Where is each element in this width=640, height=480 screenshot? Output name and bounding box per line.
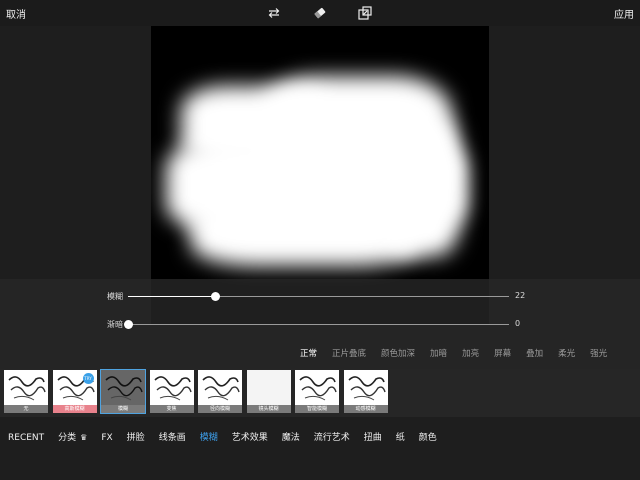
filter-caption: 模糊 (101, 405, 145, 413)
crown-icon: ♛ (80, 433, 88, 442)
top-toolbar: 取消 应用 (0, 0, 640, 26)
category-bar: RECENT 分类 ♛ FX 拼脸 线条画 模糊 艺术效果 魔法 流行艺术 扭曲 纸 颜色 (0, 418, 640, 480)
filter-thumbnail[interactable]: 模糊 (100, 369, 146, 414)
blend-mode-bar: 正常 正片叠底 颜色加深 加暗 加亮 屏幕 叠加 柔光 强光 (300, 347, 622, 359)
blend-mode-item[interactable]: 屏幕 (494, 349, 511, 359)
eraser-icon[interactable] (312, 5, 328, 21)
category-item[interactable]: 颜色 (419, 433, 437, 443)
calligraphy-artwork (153, 376, 192, 401)
blur-slider-label: 模糊 (107, 292, 123, 301)
category-item[interactable]: 线条画 (159, 433, 186, 443)
category-item[interactable]: 纸 (396, 433, 405, 443)
blur-slider-fill (128, 296, 215, 297)
fade-slider-label: 渐暗 (107, 320, 123, 329)
filter-caption: 高斯模糊 (52, 405, 97, 413)
filter-thumbnail[interactable]: 径向模糊 (198, 370, 242, 413)
calligraphy-artwork (202, 376, 240, 401)
blurred-shape (381, 116, 461, 256)
swap-icon[interactable] (266, 5, 282, 21)
blur-slider-value: 22 (515, 291, 526, 300)
category-item[interactable]: 模糊 (200, 433, 218, 443)
calligraphy-artwork (299, 376, 337, 401)
cancel-button[interactable]: 取消 (6, 6, 26, 21)
category-item[interactable]: 流行艺术 (314, 433, 350, 443)
blend-mode-item[interactable]: 正片叠底 (332, 349, 366, 359)
filter-strip: 无 TRY 高斯模糊 模糊 变焦 径向模糊 镜头模糊 智能模糊 动感模糊 (0, 369, 640, 417)
filter-thumbnail[interactable]: TRY 高斯模糊 (52, 370, 97, 413)
filter-thumbnail[interactable]: 智能模糊 (295, 370, 339, 413)
blend-mode-item[interactable]: 叠加 (526, 349, 543, 359)
category-item[interactable]: FX (101, 433, 112, 443)
fade-slider-handle[interactable] (124, 320, 133, 329)
calligraphy-artwork (8, 376, 46, 401)
fade-slider-track[interactable] (128, 324, 509, 325)
filter-caption: 无 (4, 405, 48, 413)
apply-button[interactable]: 应用 (614, 6, 634, 21)
filter-caption: 智能模糊 (295, 405, 339, 413)
filter-caption: 径向模糊 (198, 405, 242, 413)
blend-mode-item[interactable]: 柔光 (558, 349, 575, 359)
calligraphy-artwork (105, 376, 143, 401)
filter-thumbnail[interactable]: 无 (4, 370, 48, 413)
filter-thumbnail[interactable]: 镜头模糊 (246, 370, 291, 413)
filter-thumbnail[interactable]: 变焦 (149, 370, 194, 413)
category-item[interactable]: 扭曲 (364, 433, 382, 443)
category-item[interactable]: 分类 (58, 433, 76, 443)
blend-mode-item[interactable]: 加亮 (462, 349, 479, 359)
filter-caption: 动感模糊 (343, 405, 388, 413)
blur-slider-handle[interactable] (211, 292, 220, 301)
blend-mode-item[interactable]: 颜色加深 (381, 349, 415, 359)
blend-mode-item[interactable]: 正常 (300, 349, 317, 359)
category-list: RECENT 分类 ♛ FX 拼脸 线条画 模糊 艺术效果 魔法 流行艺术 扭曲 纸 颜色 (8, 430, 451, 443)
try-badge: TRY (82, 373, 94, 384)
blend-mode-item[interactable]: 加暗 (430, 349, 447, 359)
category-item[interactable]: 艺术效果 (232, 433, 268, 443)
category-item[interactable]: 魔法 (282, 433, 300, 443)
filter-thumbnail[interactable]: 动感模糊 (343, 370, 388, 413)
category-item[interactable]: 拼脸 (127, 433, 145, 443)
calligraphy-artwork (347, 376, 386, 401)
resize-icon[interactable] (357, 5, 373, 21)
blend-mode-item[interactable]: 强光 (590, 349, 607, 359)
filter-caption: 变焦 (149, 405, 194, 413)
category-item[interactable]: RECENT (8, 433, 44, 443)
fade-slider-value: 0 (515, 319, 521, 328)
filter-caption: 镜头模糊 (246, 405, 291, 413)
